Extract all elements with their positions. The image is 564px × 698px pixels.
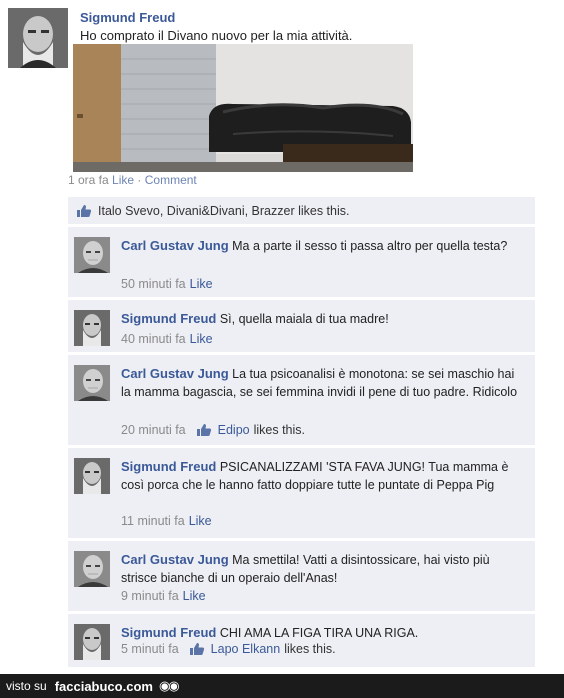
comment-author[interactable]: Carl Gustav Jung xyxy=(121,238,229,253)
comment-author[interactable]: Carl Gustav Jung xyxy=(121,552,229,567)
post-like-link[interactable]: Like xyxy=(112,173,134,187)
comment-likes-suffix: likes this. xyxy=(284,642,336,656)
eyes-logo-icon: ◉◉ xyxy=(158,678,180,693)
comment-meta: 9 minuti fa Like xyxy=(121,589,206,603)
comment-author[interactable]: Sigmund Freud xyxy=(121,625,216,640)
comment-liker[interactable]: Lapo Elkann xyxy=(211,642,281,656)
comment-body: Sigmund Freud Sì, quella maiala di tua m… xyxy=(121,310,521,328)
post-time: 1 ora fa xyxy=(68,173,109,187)
footer-brand[interactable]: facciabuco.com xyxy=(55,679,153,694)
comment-meta: 5 minuti fa Lapo Elkann likes this. xyxy=(121,642,336,656)
watermark-footer: visto su facciabuco.com ◉◉ xyxy=(0,674,564,698)
sofa-photo xyxy=(73,44,413,172)
post-comment-link[interactable]: Comment xyxy=(145,173,197,187)
post-text: Ho comprato il Divano nuovo per la mia a… xyxy=(80,28,353,43)
comment-author-avatar[interactable] xyxy=(74,365,110,401)
comment-author[interactable]: Sigmund Freud xyxy=(121,459,216,474)
comment: Sigmund Freud CHI AMA LA FIGA TIRA UNA R… xyxy=(68,614,535,669)
comment-meta: 40 minuti fa Like xyxy=(121,332,213,346)
comment-like-link[interactable]: Like xyxy=(190,332,213,346)
footer-prefix: visto su xyxy=(6,679,47,693)
post-author-name[interactable]: Sigmund Freud xyxy=(80,10,175,25)
freud-portrait-icon xyxy=(74,624,110,660)
comment-meta: 50 minuti fa Like xyxy=(121,277,213,291)
comment-meta: 20 minuti fa Edipo likes this. xyxy=(121,423,305,437)
comment-time: 40 minuti fa xyxy=(121,332,186,346)
comment-author-avatar[interactable] xyxy=(74,624,110,660)
comment-liker[interactable]: Edipo xyxy=(218,423,250,437)
comment-meta: 11 minuti fa Like xyxy=(121,514,212,528)
jung-portrait-icon xyxy=(74,237,110,273)
jung-portrait-icon xyxy=(74,365,110,401)
comment-text: Ma a parte il sesso ti passa altro per q… xyxy=(232,239,508,253)
meta-separator: · xyxy=(137,173,142,187)
comment-time: 50 minuti fa xyxy=(121,277,186,291)
comment-author-avatar[interactable] xyxy=(74,551,110,587)
post-likes-bar: Italo Svevo, Divani&Divani, Brazzer like… xyxy=(68,197,535,225)
comment-time: 9 minuti fa xyxy=(121,589,179,603)
freud-portrait-icon xyxy=(74,458,110,494)
comment-author-avatar[interactable] xyxy=(74,458,110,494)
comment-body: Sigmund Freud PSICANALIZZAMI 'STA FAVA J… xyxy=(121,458,521,494)
comment-like-link[interactable]: Like xyxy=(189,514,212,528)
comment: Carl Gustav Jung Ma a parte il sesso ti … xyxy=(68,227,535,299)
comment-author-avatar[interactable] xyxy=(74,310,110,346)
likers-list[interactable]: Italo Svevo, Divani&Divani, Brazzer like… xyxy=(98,204,349,218)
freud-portrait-icon xyxy=(74,310,110,346)
comment-likes-suffix: likes this. xyxy=(253,423,306,437)
post-author-avatar[interactable] xyxy=(8,8,68,68)
comment-like-link[interactable]: Like xyxy=(190,277,213,291)
comment-text: CHI AMA LA FIGA TIRA UNA RIGA. xyxy=(219,626,419,640)
comment-author[interactable]: Carl Gustav Jung xyxy=(121,366,229,381)
comment-body: Carl Gustav Jung Ma smettila! Vatti a di… xyxy=(121,551,521,587)
post-photo[interactable] xyxy=(73,44,413,172)
comment: Sigmund Freud PSICANALIZZAMI 'STA FAVA J… xyxy=(68,448,535,540)
comment-text: Sì, quella maiala di tua madre! xyxy=(219,312,389,326)
post-meta: 1 ora fa Like · Comment xyxy=(68,173,197,187)
comment-author[interactable]: Sigmund Freud xyxy=(121,311,216,326)
comment-body: Sigmund Freud CHI AMA LA FIGA TIRA UNA R… xyxy=(121,624,521,642)
comment-time: 11 minuti fa xyxy=(121,514,185,528)
comment-body: Carl Gustav Jung Ma a parte il sesso ti … xyxy=(121,237,521,255)
thumbs-up-icon xyxy=(77,204,92,217)
thumbs-up-icon xyxy=(196,424,211,436)
comment-time: 5 minuti fa xyxy=(121,642,179,656)
comment-time: 20 minuti fa xyxy=(121,423,186,437)
comment-like-link[interactable]: Like xyxy=(183,589,206,603)
comment-body: Carl Gustav Jung La tua psicoanalisi è m… xyxy=(121,365,521,401)
jung-portrait-icon xyxy=(74,551,110,587)
comment: Carl Gustav Jung La tua psicoanalisi è m… xyxy=(68,355,535,447)
freud-portrait-icon xyxy=(8,8,68,68)
comment-author-avatar[interactable] xyxy=(74,237,110,273)
comment: Sigmund Freud Sì, quella maiala di tua m… xyxy=(68,300,535,354)
comment: Carl Gustav Jung Ma smettila! Vatti a di… xyxy=(68,541,535,613)
thumbs-up-icon xyxy=(189,643,204,655)
